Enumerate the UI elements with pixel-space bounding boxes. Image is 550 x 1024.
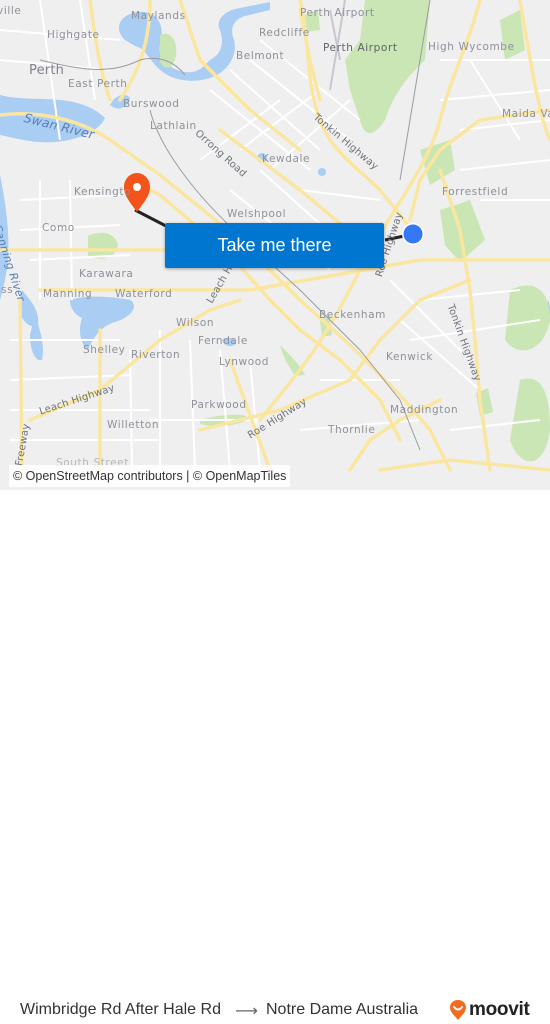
place-label: Waterford xyxy=(115,288,173,300)
place-label: Manning xyxy=(43,288,93,300)
origin-stop-name: Wimbridge Rd After Hale Rd xyxy=(20,1001,221,1018)
place-label: Perth xyxy=(29,63,65,78)
place-label: Thornlie xyxy=(328,424,376,436)
footer-bar: Wimbridge Rd After Hale Rd ⟶ Notre Dame … xyxy=(0,490,550,1020)
place-label: Belmont xyxy=(236,50,285,62)
place-label: Forrestfield xyxy=(442,186,509,198)
map-attribution[interactable]: © OpenStreetMap contributors | © OpenMap… xyxy=(9,465,291,487)
place-label: Ferndale xyxy=(198,335,248,347)
place-label: Highgate xyxy=(47,29,100,41)
place-label: Kenwick xyxy=(386,351,434,363)
place-label: Maida Va xyxy=(502,108,550,120)
place-label: Perth Airport xyxy=(323,42,398,54)
place-label: Maylands xyxy=(131,10,186,22)
place-label: Kewdale xyxy=(262,153,311,165)
moovit-logo[interactable]: moovit xyxy=(449,996,530,1024)
place-label: Perth Airport xyxy=(300,7,375,19)
place-label: Burswood xyxy=(123,98,180,110)
place-label: Shelley xyxy=(83,344,126,356)
place-label: ville xyxy=(0,5,22,17)
place-label: Wilson xyxy=(176,317,215,329)
place-label: High Wycombe xyxy=(428,41,515,53)
arrow-right-icon: ⟶ xyxy=(235,1001,258,1020)
place-label: Riverton xyxy=(131,349,181,361)
place-label: Welshpool xyxy=(227,208,287,220)
place-label: Kensingto xyxy=(74,186,132,198)
place-label: Parkwood xyxy=(191,399,247,411)
map-view[interactable]: ville Highgate Perth East Perth Maylands… xyxy=(0,0,550,490)
place-label: East Perth xyxy=(68,78,128,90)
place-label: Maddington xyxy=(390,404,459,416)
place-label: Redcliffe xyxy=(259,27,310,39)
place-label: Willetton xyxy=(107,419,160,431)
place-label: Como xyxy=(42,222,75,234)
destination-name: Notre Dame Australia xyxy=(266,1001,419,1018)
place-label: Beckenham xyxy=(319,309,386,321)
moovit-pin-icon xyxy=(450,1000,466,1020)
place-label: Lathlain xyxy=(150,120,197,132)
origin-marker[interactable] xyxy=(402,223,424,245)
place-label: Karawara xyxy=(79,268,134,280)
take-me-there-button[interactable]: Take me there xyxy=(165,223,384,268)
brand-name: moovit xyxy=(469,999,530,1020)
place-label: Lynwood xyxy=(219,356,270,368)
